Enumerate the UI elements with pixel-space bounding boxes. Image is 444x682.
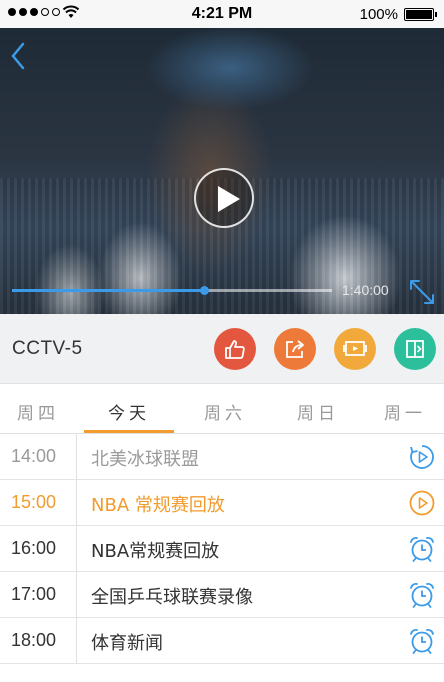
like-button[interactable] — [214, 328, 256, 370]
play-icon[interactable] — [408, 489, 436, 517]
alarm-clock-icon[interactable] — [408, 535, 436, 563]
cast-tv-icon — [343, 341, 367, 356]
replay-icon[interactable] — [408, 443, 436, 471]
program-time: 16:00 — [0, 526, 77, 571]
switch-screen-icon — [406, 340, 424, 358]
progress-knob[interactable] — [200, 286, 209, 295]
program-title: NBA常规赛回放 — [91, 541, 220, 562]
program-title: 体育新闻 — [91, 633, 163, 654]
tab-day-4[interactable]: 周一 — [368, 384, 444, 433]
program-time: 17:00 — [0, 572, 77, 617]
thumbs-up-icon — [225, 340, 245, 359]
program-row[interactable]: 17:00 全国乒乓球联赛录像 — [0, 572, 444, 618]
video-duration: 1:40:00 — [342, 282, 389, 298]
cast-button[interactable] — [334, 328, 376, 370]
status-bar: 4:21 PM 100% — [0, 0, 444, 28]
progress-fill — [12, 289, 204, 292]
program-schedule: 14:00 北美冰球联盟 15:00 NBA 常规赛回放 16:00 NBA常规… — [0, 434, 444, 664]
battery-percent: 100% — [359, 6, 398, 23]
alarm-clock-icon[interactable] — [408, 581, 436, 609]
program-row[interactable]: 16:00 NBA常规赛回放 — [0, 526, 444, 572]
program-time: 18:00 — [0, 618, 77, 663]
share-icon — [286, 340, 304, 358]
tab-day-1[interactable]: 今天 — [76, 384, 182, 433]
video-player[interactable]: 1:40:00 — [0, 28, 444, 314]
channel-name: CCTV-5 — [12, 338, 83, 359]
back-arrow-icon[interactable] — [10, 42, 26, 70]
alarm-clock-icon[interactable] — [408, 627, 436, 655]
share-button[interactable] — [274, 328, 316, 370]
tab-day-2[interactable]: 周六 — [182, 384, 268, 433]
program-row[interactable]: 14:00 北美冰球联盟 — [0, 434, 444, 480]
program-row[interactable]: 18:00 体育新闻 — [0, 618, 444, 664]
program-time: 15:00 — [0, 480, 77, 525]
play-button[interactable] — [194, 168, 254, 228]
channel-bar: CCTV-5 — [0, 314, 444, 384]
program-row[interactable]: 15:00 NBA 常规赛回放 — [0, 480, 444, 526]
program-title: 全国乒乓球联赛录像 — [91, 587, 253, 608]
tab-day-0[interactable]: 周四 — [0, 384, 76, 433]
program-title: NBA 常规赛回放 — [91, 495, 225, 516]
fullscreen-icon[interactable] — [408, 278, 436, 306]
battery-icon — [404, 8, 437, 21]
switch-screen-button[interactable] — [394, 328, 436, 370]
progress-bar[interactable] — [12, 286, 332, 295]
program-time: 14:00 — [0, 434, 77, 479]
day-tabs: 周四 今天 周六 周日 周一 — [0, 384, 444, 434]
program-title: 北美冰球联盟 — [91, 449, 199, 470]
tab-day-3[interactable]: 周日 — [268, 384, 368, 433]
